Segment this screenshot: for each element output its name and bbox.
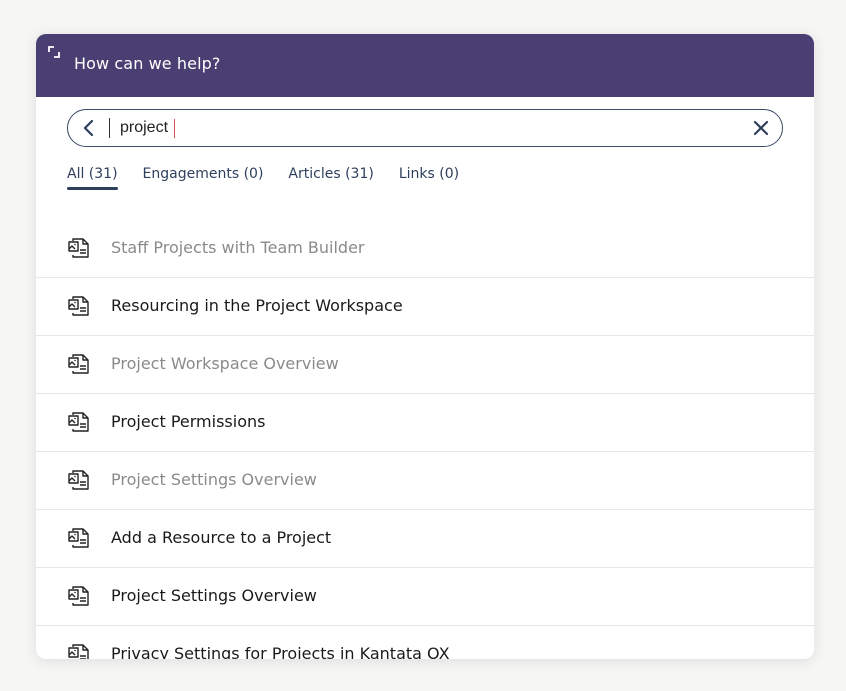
search-divider bbox=[109, 118, 110, 138]
result-tabs: All (31) Engagements (0) Articles (31) L… bbox=[67, 166, 459, 190]
list-item[interactable]: Project Permissions bbox=[36, 394, 814, 452]
article-icon bbox=[68, 238, 89, 258]
result-title: Project Settings Overview bbox=[111, 586, 317, 605]
list-item[interactable]: Resourcing in the Project Workspace bbox=[36, 278, 814, 336]
article-icon bbox=[68, 586, 89, 606]
search-input[interactable] bbox=[120, 114, 720, 142]
list-item[interactable]: Project Settings Overview bbox=[36, 452, 814, 510]
article-icon bbox=[68, 470, 89, 490]
results-list[interactable]: Staff Projects with Team Builder Resourc… bbox=[36, 220, 814, 659]
result-title: Project Workspace Overview bbox=[111, 354, 339, 373]
chevron-left-icon[interactable] bbox=[80, 118, 98, 138]
result-title: Resourcing in the Project Workspace bbox=[111, 296, 403, 315]
tab-engagements[interactable]: Engagements (0) bbox=[143, 166, 264, 190]
search-box bbox=[67, 109, 783, 147]
list-item[interactable]: Project Workspace Overview bbox=[36, 336, 814, 394]
close-icon[interactable] bbox=[752, 119, 770, 137]
tab-links[interactable]: Links (0) bbox=[399, 166, 459, 190]
help-header: How can we help? bbox=[36, 34, 814, 97]
result-title: Project Settings Overview bbox=[111, 470, 317, 489]
help-widget: How can we help? All (31) Engagements (0… bbox=[36, 34, 814, 659]
article-icon bbox=[68, 644, 89, 659]
header-title: How can we help? bbox=[74, 54, 221, 73]
result-title: Privacy Settings for Projects in Kantata… bbox=[111, 644, 450, 659]
article-icon bbox=[68, 412, 89, 432]
result-title: Project Permissions bbox=[111, 412, 266, 431]
expand-icon[interactable] bbox=[48, 46, 60, 58]
article-icon bbox=[68, 354, 89, 374]
list-item[interactable]: Staff Projects with Team Builder bbox=[36, 220, 814, 278]
result-title: Staff Projects with Team Builder bbox=[111, 238, 365, 257]
list-item[interactable]: Project Settings Overview bbox=[36, 568, 814, 626]
tab-all[interactable]: All (31) bbox=[67, 166, 118, 190]
list-item[interactable]: Privacy Settings for Projects in Kantata… bbox=[36, 626, 814, 659]
article-icon bbox=[68, 296, 89, 316]
article-icon bbox=[68, 528, 89, 548]
text-caret bbox=[174, 119, 175, 138]
tab-articles[interactable]: Articles (31) bbox=[288, 166, 373, 190]
result-title: Add a Resource to a Project bbox=[111, 528, 332, 547]
list-item[interactable]: Add a Resource to a Project bbox=[36, 510, 814, 568]
